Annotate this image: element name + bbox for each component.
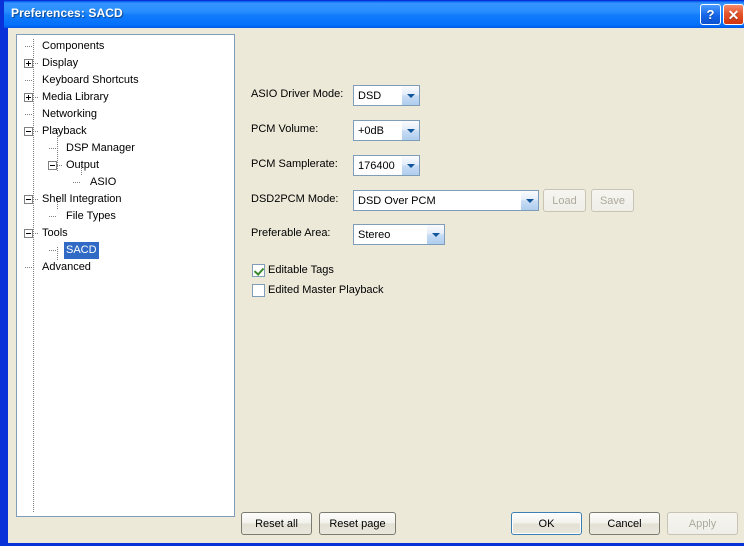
sidebar-item-output[interactable]: Output [17, 157, 234, 174]
expand-icon[interactable] [24, 59, 33, 68]
collapse-icon[interactable] [24, 229, 33, 238]
tree-elbow-line [49, 148, 57, 149]
field-label: DSD2PCM Mode: [251, 193, 339, 205]
tree-elbow-line [49, 250, 57, 251]
tree-elbow-line [73, 182, 81, 183]
field-label: ASIO Driver Mode: [251, 88, 344, 100]
save-button[interactable]: Save [591, 189, 634, 212]
combobox-value: DSD Over PCM [358, 194, 436, 207]
field-label: Preferable Area: [251, 227, 331, 239]
tree-elbow-line [49, 216, 57, 217]
checkbox-indicator[interactable] [252, 283, 265, 297]
chevron-down-icon[interactable] [520, 191, 538, 210]
ok-button[interactable]: OK [511, 512, 582, 535]
sidebar-item-shell-integration[interactable]: Shell Integration [17, 191, 234, 208]
sidebar-item-label: Media Library [42, 91, 109, 103]
sidebar-item-label: Tools [42, 227, 68, 239]
tree-elbow-line [57, 165, 62, 166]
sidebar-item-label: DSP Manager [66, 142, 135, 154]
sidebar-item-media-library[interactable]: Media Library [17, 89, 234, 106]
preferable-area-combobox[interactable]: Stereo [353, 224, 445, 245]
field-label: PCM Samplerate: [251, 158, 338, 170]
sidebar-item-advanced[interactable]: Advanced [17, 259, 234, 276]
apply-button[interactable]: Apply [667, 512, 738, 535]
asio-driver-mode-combobox[interactable]: DSD [353, 85, 420, 106]
field-asio-driver-mode: ASIO Driver Mode: DSD [251, 85, 541, 106]
tree-node-list: Components Display Keyboard Shortcuts Media… [17, 38, 234, 276]
checkbox-label: Editable Tags [268, 264, 334, 276]
combobox-value: +0dB [358, 124, 384, 137]
title-bar[interactable]: Preferences: SACD ? ✕ [4, 1, 744, 28]
sidebar-item-networking[interactable]: Networking [17, 106, 234, 123]
sidebar-item-asio[interactable]: ASIO [17, 174, 234, 191]
chevron-down-icon[interactable] [401, 86, 419, 105]
sidebar-item-label: Display [42, 57, 79, 69]
sidebar-item-label: Components [42, 40, 105, 52]
tree-elbow-line [25, 46, 33, 47]
checkbox-edited-master-playback[interactable]: Edited Master Playback [252, 282, 384, 298]
preferences-tree[interactable]: Components Display Keyboard Shortcuts Media… [16, 34, 235, 517]
field-dsd2pcm-mode: DSD2PCM Mode: DSD Over PCM Load Save [251, 189, 641, 212]
checkbox-label: Edited Master Playback [268, 284, 384, 296]
sidebar-item-label: File Types [66, 210, 116, 222]
combobox-value: DSD [358, 89, 382, 102]
collapse-icon[interactable] [24, 127, 33, 136]
dialog-body: Components Display Keyboard Shortcuts Media… [8, 28, 744, 543]
tree-elbow-line [33, 233, 38, 234]
tree-elbow-line [25, 80, 33, 81]
field-pcm-volume: PCM Volume: +0dB [251, 120, 541, 141]
chevron-down-icon[interactable] [401, 156, 419, 175]
field-pcm-samplerate: PCM Samplerate: 176400 [251, 155, 541, 176]
sidebar-item-file-types[interactable]: File Types [17, 208, 234, 225]
window-title: Preferences: SACD [11, 6, 123, 20]
pcm-volume-combobox[interactable]: +0dB [353, 120, 420, 141]
sidebar-item-sacd[interactable]: SACD [17, 242, 234, 259]
tree-elbow-line [33, 199, 38, 200]
sidebar-item-label: Playback [42, 125, 87, 137]
tree-elbow-line [33, 97, 38, 98]
sidebar-item-label: Advanced [42, 261, 91, 273]
sidebar-item-label: Output [66, 159, 100, 171]
load-button[interactable]: Load [543, 189, 586, 212]
title-bar-buttons: ? ✕ [700, 4, 744, 25]
sidebar-item-label: Keyboard Shortcuts [42, 74, 139, 86]
sidebar-item-keyboard-shortcuts[interactable]: Keyboard Shortcuts [17, 72, 234, 89]
tree-elbow-line [25, 267, 33, 268]
field-preferable-area: Preferable Area: Stereo [251, 224, 541, 245]
field-label: PCM Volume: [251, 123, 319, 135]
tree-elbow-line [33, 131, 38, 132]
combobox-value: Stereo [358, 228, 391, 241]
sidebar-item-label: ASIO [90, 176, 117, 188]
collapse-icon[interactable] [24, 195, 33, 204]
chevron-down-icon[interactable] [426, 225, 444, 244]
checkbox-editable-tags[interactable]: Editable Tags [252, 262, 334, 278]
expand-icon[interactable] [24, 93, 33, 102]
sidebar-item-dsp-manager[interactable]: DSP Manager [17, 140, 234, 157]
dsd2pcm-mode-combobox[interactable]: DSD Over PCM [353, 190, 539, 211]
cancel-button[interactable]: Cancel [589, 512, 660, 535]
checkbox-indicator[interactable] [252, 263, 265, 277]
help-icon[interactable]: ? [700, 4, 721, 25]
pcm-samplerate-combobox[interactable]: 176400 [353, 155, 420, 176]
sidebar-item-label: Shell Integration [42, 193, 122, 205]
sidebar-item-playback[interactable]: Playback [17, 123, 234, 140]
close-icon[interactable]: ✕ [723, 4, 744, 25]
sidebar-item-components[interactable]: Components [17, 38, 234, 55]
tree-elbow-line [25, 114, 33, 115]
tree-elbow-line [33, 63, 38, 64]
sidebar-item-label: SACD [64, 242, 99, 259]
preferences-window: Preferences: SACD ? ✕ Components Display K… [0, 0, 744, 546]
reset-page-button[interactable]: Reset page [319, 512, 396, 535]
chevron-down-icon[interactable] [401, 121, 419, 140]
sidebar-item-display[interactable]: Display [17, 55, 234, 72]
combobox-value: 176400 [358, 159, 395, 172]
reset-all-button[interactable]: Reset all [241, 512, 312, 535]
sidebar-item-tools[interactable]: Tools [17, 225, 234, 242]
sidebar-item-label: Networking [42, 108, 98, 120]
collapse-icon[interactable] [48, 161, 57, 170]
